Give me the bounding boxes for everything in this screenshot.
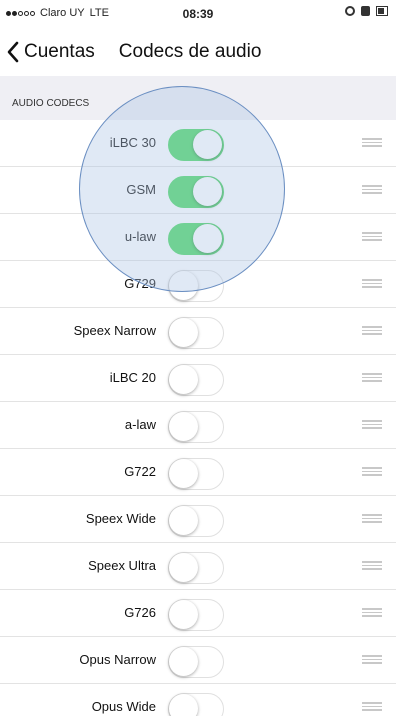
codec-toggle[interactable] [168,505,224,537]
toggle-knob [169,271,198,300]
codec-row: Speex Narrow [0,308,396,355]
codec-toggle[interactable] [168,317,224,349]
codec-label: G726 [124,605,156,620]
codec-row: Opus Wide [0,684,396,716]
reorder-handle-icon[interactable] [362,185,382,194]
codec-toggle[interactable] [168,364,224,396]
codec-row: G722 [0,449,396,496]
reorder-handle-icon[interactable] [362,326,382,335]
section-header: AUDIO CODECS [0,76,396,120]
codec-label: Speex Wide [85,511,156,526]
toggle-knob [169,506,198,535]
reorder-handle-icon[interactable] [362,514,382,523]
chevron-left-icon [7,41,19,63]
toggle-knob [193,130,222,159]
reorder-handle-icon[interactable] [362,561,382,570]
codec-label: Opus Narrow [79,652,156,667]
toggle-knob [169,694,198,716]
codec-row: Speex Ultra [0,543,396,590]
reorder-handle-icon[interactable] [362,138,382,147]
toggle-knob [169,459,198,488]
codec-toggle[interactable] [168,411,224,443]
codec-label: Opus Wide [91,699,156,714]
navigation-bar: Cuentas Codecs de audio [0,28,396,76]
codec-toggle[interactable] [168,223,224,255]
codec-label: u-law [124,229,156,244]
codec-label: G722 [124,464,156,479]
toggle-knob [169,647,198,676]
codec-toggle[interactable] [168,129,224,161]
status-bar: Claro UY LTE 08:39 [0,0,396,28]
reorder-handle-icon[interactable] [362,702,382,711]
reorder-handle-icon[interactable] [362,467,382,476]
reorder-handle-icon[interactable] [362,420,382,429]
status-right [345,6,388,16]
reorder-handle-icon[interactable] [362,373,382,382]
toggle-knob [193,224,222,253]
toggle-knob [169,365,198,394]
reorder-handle-icon[interactable] [362,232,382,241]
toggle-knob [169,553,198,582]
toggle-knob [169,318,198,347]
reorder-handle-icon[interactable] [362,279,382,288]
reorder-handle-icon[interactable] [362,608,382,617]
codec-row: a-law [0,402,396,449]
codec-row: iLBC 20 [0,355,396,402]
codec-label: iLBC 30 [109,135,156,150]
codec-list: iLBC 30 GSM u-law G729 Speex Narrow iLBC 20 a-… [0,120,396,716]
codec-row: u-law [0,214,396,261]
codec-label: a-law [124,417,156,432]
rotation-lock-icon [345,6,355,16]
codec-label: iLBC 20 [109,370,156,385]
back-button[interactable]: Cuentas [0,41,95,63]
codec-row: G729 [0,261,396,308]
codec-toggle[interactable] [168,458,224,490]
codec-row: Speex Wide [0,496,396,543]
toggle-knob [169,412,198,441]
codec-label: Speex Narrow [73,323,156,338]
toggle-knob [169,600,198,629]
reorder-handle-icon[interactable] [362,655,382,664]
codec-label: GSM [126,182,156,197]
codec-toggle[interactable] [168,176,224,208]
codec-row: G726 [0,590,396,637]
toggle-knob [193,177,222,206]
status-time: 08:39 [182,7,214,21]
back-button-label: Cuentas [24,41,95,62]
codec-row: iLBC 30 [0,120,396,167]
codec-label: Speex Ultra [88,558,156,573]
codec-row: Opus Narrow [0,637,396,684]
codec-toggle[interactable] [168,270,224,302]
codec-row: GSM [0,167,396,214]
codec-toggle[interactable] [168,599,224,631]
codec-toggle[interactable] [168,552,224,584]
battery-icon [376,6,388,16]
page-title: Codecs de audio [118,41,262,62]
codec-toggle[interactable] [168,646,224,678]
codec-label: G729 [124,276,156,291]
codec-toggle[interactable] [168,693,224,716]
lock-icon [361,6,370,16]
